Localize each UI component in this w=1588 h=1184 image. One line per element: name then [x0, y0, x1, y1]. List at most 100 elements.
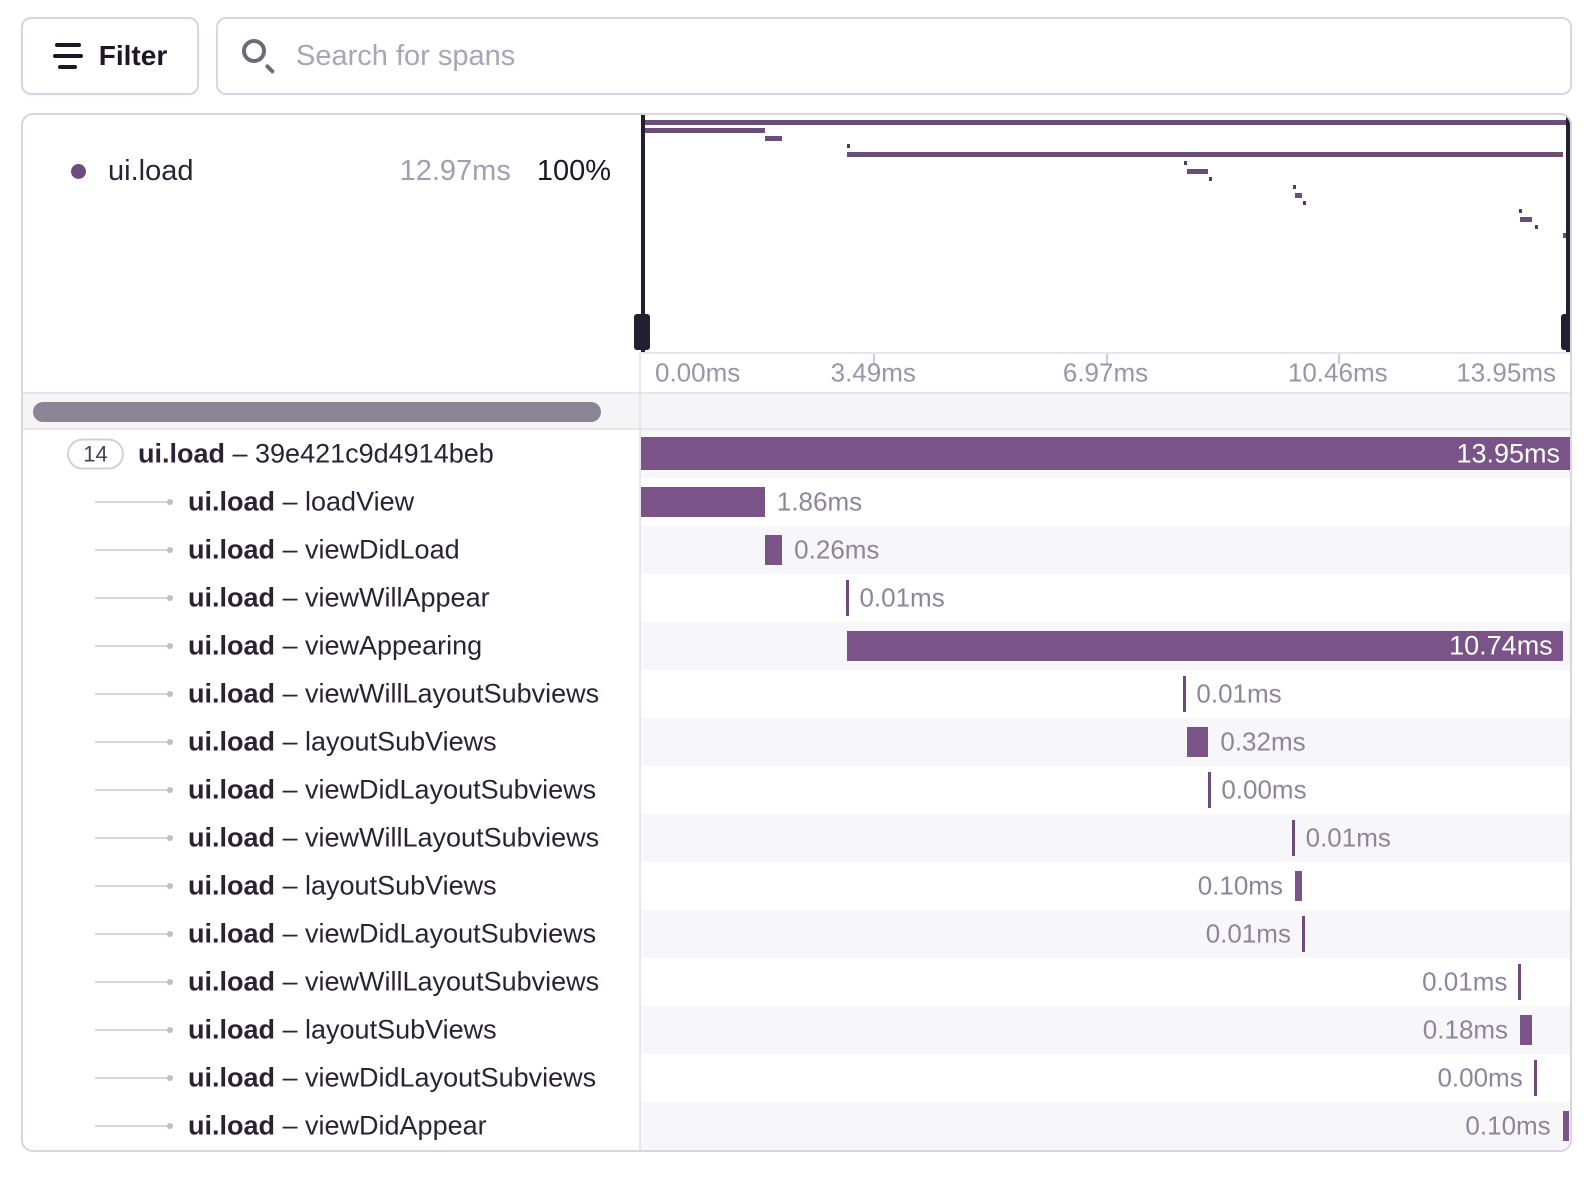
- filter-button-label: Filter: [99, 40, 167, 72]
- span-label[interactable]: ui.load – viewDidAppear: [188, 1111, 487, 1142]
- span-duration-bar[interactable]: [765, 535, 782, 565]
- tree-connector-horizontal: [95, 741, 169, 743]
- summary-percent: 100%: [537, 155, 611, 188]
- search-input[interactable]: [296, 40, 1546, 73]
- span-tree-cell[interactable]: ui.load – viewDidLoad: [23, 526, 641, 574]
- span-row: ui.load – layoutSubViews 0.10ms: [23, 862, 1570, 910]
- span-row: ui.load – viewDidAppear 0.10ms: [23, 1102, 1570, 1150]
- span-label[interactable]: ui.load – layoutSubViews: [188, 1015, 497, 1046]
- span-duration-bar[interactable]: [1520, 1015, 1532, 1045]
- span-duration-bar[interactable]: [1208, 772, 1211, 808]
- span-bar-cell[interactable]: 0.10ms: [641, 862, 1570, 910]
- trace-minimap[interactable]: [641, 115, 1570, 352]
- filter-button[interactable]: Filter: [21, 17, 199, 95]
- span-tree-cell[interactable]: ui.load – layoutSubViews: [23, 862, 641, 910]
- span-label[interactable]: ui.load – layoutSubViews: [188, 871, 497, 902]
- span-search[interactable]: [216, 17, 1572, 95]
- tree-connector-dot: [167, 547, 173, 553]
- span-label[interactable]: ui.load – loadView: [188, 487, 414, 518]
- span-label[interactable]: ui.load – viewDidLayoutSubviews: [188, 775, 596, 806]
- span-bar-cell[interactable]: 0.01ms: [641, 814, 1570, 862]
- span-row: ui.load – layoutSubViews 0.32ms: [23, 718, 1570, 766]
- minimap-span: [847, 152, 1562, 157]
- span-bar-cell[interactable]: 0.18ms: [641, 1006, 1570, 1054]
- span-bar-cell[interactable]: 0.01ms: [641, 958, 1570, 1006]
- span-tree-cell[interactable]: ui.load – viewDidAppear: [23, 1102, 641, 1150]
- span-label[interactable]: ui.load – viewDidLayoutSubviews: [188, 1063, 596, 1094]
- trace-summary: ui.load 12.97ms 100%: [23, 115, 641, 352]
- span-bar-cell[interactable]: 0.01ms: [641, 670, 1570, 718]
- span-row: ui.load – viewWillAppear 0.01ms: [23, 574, 1570, 622]
- tree-connector-dot: [167, 787, 173, 793]
- span-tree-cell[interactable]: ui.load – layoutSubViews: [23, 718, 641, 766]
- span-bar-cell[interactable]: 13.95ms: [641, 430, 1570, 478]
- span-duration-bar[interactable]: [1563, 1111, 1570, 1141]
- span-tree-cell[interactable]: 14 ui.load – 39e421c9d4914beb: [23, 430, 641, 478]
- tree-connector-dot: [167, 739, 173, 745]
- span-tree-cell[interactable]: ui.load – viewDidLayoutSubviews: [23, 910, 641, 958]
- span-tree-cell[interactable]: ui.load – viewWillLayoutSubviews: [23, 670, 641, 718]
- span-duration-bar[interactable]: [1518, 964, 1521, 1000]
- span-duration-bar[interactable]: [1534, 1060, 1537, 1096]
- minimap-span: [1293, 185, 1296, 189]
- span-count-badge[interactable]: 14: [67, 439, 124, 470]
- span-row: ui.load – layoutSubViews 0.18ms: [23, 1006, 1570, 1054]
- minimap-span: [765, 136, 782, 141]
- span-duration-bar[interactable]: [1183, 676, 1186, 712]
- span-tree-cell[interactable]: ui.load – viewDidLayoutSubviews: [23, 766, 641, 814]
- span-duration-bar[interactable]: [1302, 916, 1305, 952]
- span-label[interactable]: ui.load – viewDidLoad: [188, 535, 460, 566]
- span-label[interactable]: ui.load – viewWillLayoutSubviews: [188, 679, 599, 710]
- span-label[interactable]: ui.load – viewWillLayoutSubviews: [188, 967, 599, 998]
- span-bar-cell[interactable]: 0.00ms: [641, 766, 1570, 814]
- span-row: ui.load – viewDidLoad 0.26ms: [23, 526, 1570, 574]
- axis-label: 0.00ms: [655, 358, 740, 389]
- span-bar-cell[interactable]: 0.01ms: [641, 574, 1570, 622]
- viewport-grip-left[interactable]: [634, 314, 650, 350]
- axis-label: 6.97ms: [1063, 358, 1148, 389]
- span-label[interactable]: ui.load – viewAppearing: [188, 631, 482, 662]
- tree-connector-horizontal: [95, 837, 169, 839]
- span-bar-cell[interactable]: 1.86ms: [641, 478, 1570, 526]
- minimap-span: [641, 128, 765, 133]
- span-duration-bar[interactable]: [1187, 727, 1208, 757]
- span-bar-cell[interactable]: 0.26ms: [641, 526, 1570, 574]
- span-bar-cell[interactable]: 0.00ms: [641, 1054, 1570, 1102]
- tree-connector-horizontal: [95, 1077, 169, 1079]
- span-tree-cell[interactable]: ui.load – viewWillLayoutSubviews: [23, 814, 641, 862]
- span-duration-label: 0.32ms: [1220, 727, 1305, 758]
- span-tree-cell[interactable]: ui.load – loadView: [23, 478, 641, 526]
- tree-connector-dot: [167, 499, 173, 505]
- span-bar-cell[interactable]: 10.74ms: [641, 622, 1570, 670]
- span-duration-bar[interactable]: [641, 487, 765, 517]
- span-bar-cell[interactable]: 0.01ms: [641, 910, 1570, 958]
- tree-connector-dot: [167, 835, 173, 841]
- span-duration-label: 0.10ms: [1465, 1111, 1550, 1142]
- span-label[interactable]: ui.load – viewDidLayoutSubviews: [188, 919, 596, 950]
- span-bar-cell[interactable]: 0.32ms: [641, 718, 1570, 766]
- span-bar-cell[interactable]: 0.10ms: [641, 1102, 1570, 1150]
- minimap-span: [641, 120, 1570, 125]
- span-duration-bar[interactable]: [1292, 820, 1295, 856]
- axis-label: 10.46ms: [1288, 358, 1388, 389]
- horizontal-scrollbar-thumb[interactable]: [33, 402, 601, 422]
- filter-icon: [53, 43, 83, 69]
- tree-connector-horizontal: [95, 645, 169, 647]
- span-row: 14 ui.load – 39e421c9d4914beb 13.95ms: [23, 430, 1570, 478]
- span-label[interactable]: ui.load – 39e421c9d4914beb: [138, 439, 494, 470]
- span-row: ui.load – viewDidLayoutSubviews 0.00ms: [23, 1054, 1570, 1102]
- span-duration-bar[interactable]: [641, 437, 1570, 470]
- span-duration-bar[interactable]: [1295, 871, 1302, 901]
- span-label[interactable]: ui.load – layoutSubViews: [188, 727, 497, 758]
- span-label[interactable]: ui.load – viewWillLayoutSubviews: [188, 823, 599, 854]
- span-tree-cell[interactable]: ui.load – viewWillLayoutSubviews: [23, 958, 641, 1006]
- span-label[interactable]: ui.load – viewWillAppear: [188, 583, 490, 614]
- viewport-grip-right[interactable]: [1561, 314, 1572, 350]
- span-tree-cell[interactable]: ui.load – viewDidLayoutSubviews: [23, 1054, 641, 1102]
- span-tree-cell[interactable]: ui.load – layoutSubViews: [23, 1006, 641, 1054]
- span-tree-cell[interactable]: ui.load – viewWillAppear: [23, 574, 641, 622]
- span-duration-bar[interactable]: [846, 580, 849, 616]
- tree-connector-horizontal: [95, 1029, 169, 1031]
- span-row: ui.load – viewWillLayoutSubviews 0.01ms: [23, 958, 1570, 1006]
- span-tree-cell[interactable]: ui.load – viewAppearing: [23, 622, 641, 670]
